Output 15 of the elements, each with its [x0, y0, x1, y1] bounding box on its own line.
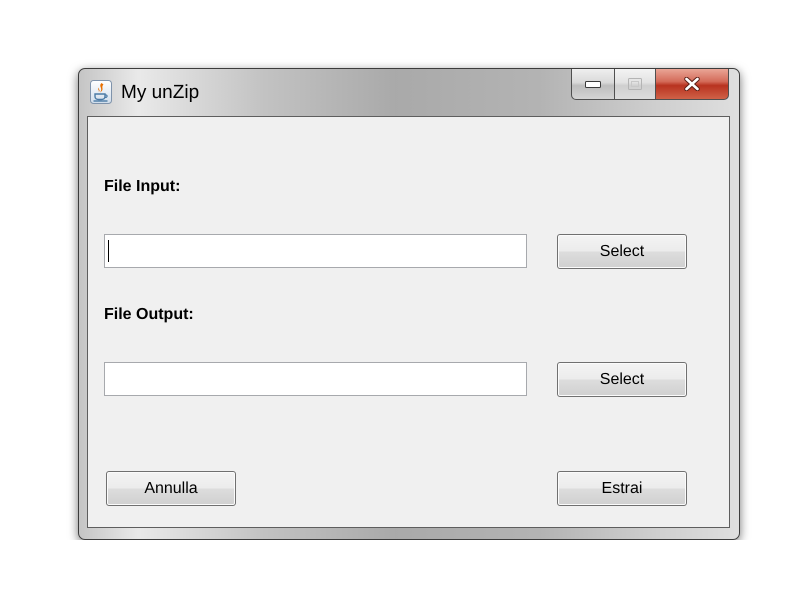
dialog-button[interactable]: Annulla [106, 471, 236, 506]
coffee-cup-icon [90, 80, 112, 104]
close-button[interactable] [655, 69, 729, 100]
select-button[interactable]: Select [557, 234, 687, 269]
window-title: My unZip [121, 82, 200, 104]
minimize-icon [585, 80, 601, 88]
select-button[interactable]: Select [557, 362, 687, 397]
input-field[interactable] [104, 234, 527, 268]
field-label: File Output: [104, 305, 194, 325]
field-label: File Input: [104, 177, 180, 197]
close-icon [684, 77, 700, 91]
maximize-icon [628, 78, 642, 90]
minimize-button[interactable] [571, 69, 614, 100]
dialog-button[interactable]: Estrai [557, 471, 687, 506]
input-field[interactable] [104, 362, 527, 396]
